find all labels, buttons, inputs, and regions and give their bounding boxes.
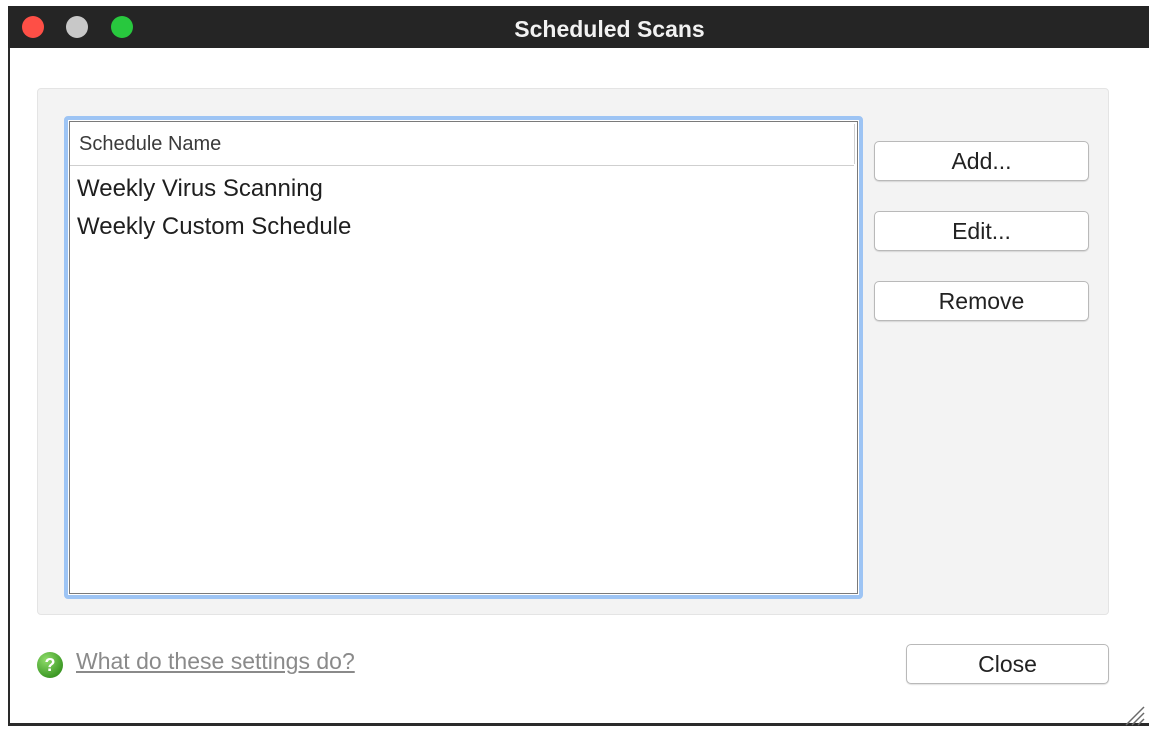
title-bar[interactable]: Scheduled Scans [8, 6, 1149, 48]
resize-grip-icon[interactable] [1122, 703, 1146, 727]
help-link[interactable]: What do these settings do? [76, 648, 355, 675]
schedule-list-body: Schedule Name Weekly Virus Scanning Week… [69, 121, 858, 594]
close-button[interactable]: Close [906, 644, 1109, 684]
edit-button[interactable]: Edit... [874, 211, 1089, 251]
schedule-list[interactable]: Schedule Name Weekly Virus Scanning Week… [64, 116, 863, 599]
column-divider [854, 124, 855, 164]
list-item[interactable]: Weekly Custom Schedule [70, 208, 857, 246]
question-icon[interactable]: ? [37, 652, 63, 678]
schedule-rows: Weekly Virus Scanning Weekly Custom Sche… [70, 170, 857, 246]
remove-button[interactable]: Remove [874, 281, 1089, 321]
list-item[interactable]: Weekly Virus Scanning [70, 170, 857, 208]
column-header-schedule-name[interactable]: Schedule Name [70, 122, 854, 166]
window-title: Scheduled Scans [514, 16, 705, 42]
add-button[interactable]: Add... [874, 141, 1089, 181]
